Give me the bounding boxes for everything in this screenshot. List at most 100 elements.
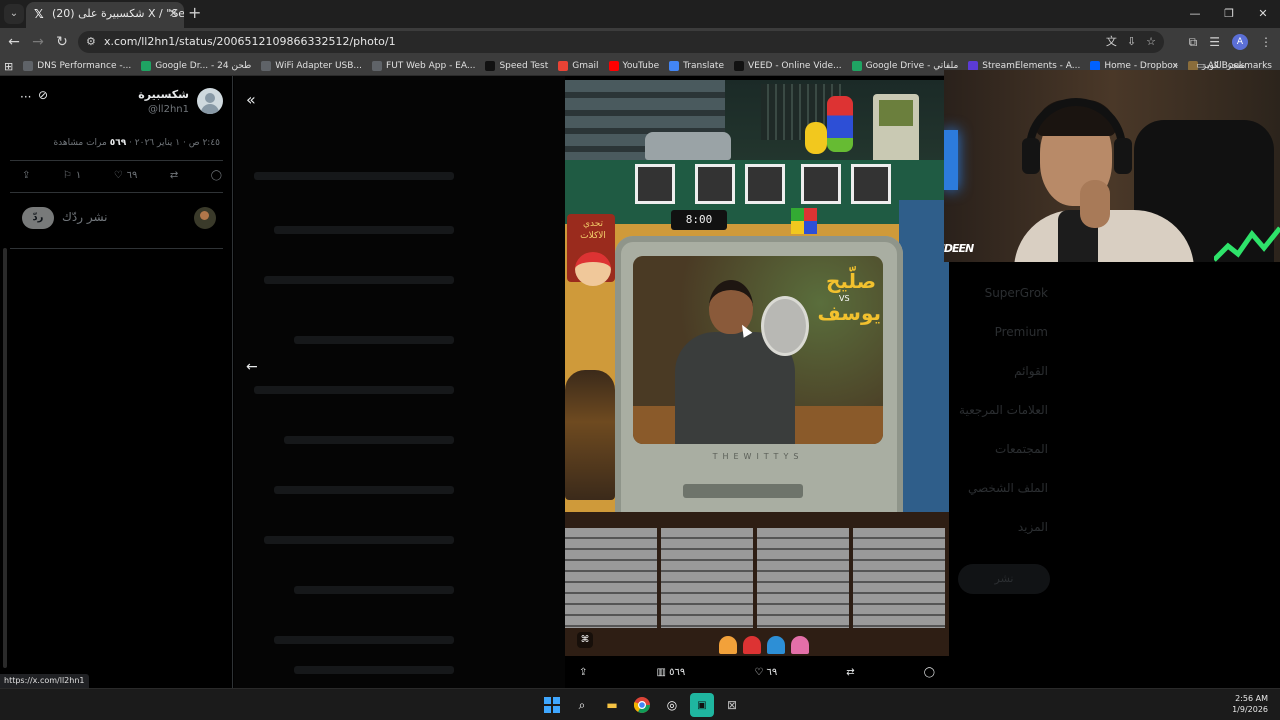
photo-tv-screen: صلّيح يوسف VS xyxy=(633,256,883,444)
system-clock[interactable]: 2:56 AM 1/9/2026 xyxy=(1232,693,1268,715)
address-url[interactable]: x.com/ll2hn1/status/2006512109866332512/… xyxy=(104,31,396,53)
post-button[interactable]: نشر xyxy=(958,564,1050,594)
photo-reply-button[interactable]: ◯ xyxy=(924,667,935,678)
reading-list-icon[interactable]: ☰ xyxy=(1209,32,1220,52)
new-tab-button[interactable]: + xyxy=(188,4,201,22)
back-button[interactable]: ← xyxy=(4,32,24,52)
bookmark-item[interactable]: Gmail xyxy=(558,61,599,71)
address-bar[interactable]: ⚙ x.com/ll2hn1/status/200651210986633251… xyxy=(78,31,1164,53)
photo-like-button[interactable]: ♡ ٦٩ xyxy=(754,667,777,678)
sidebar-nav-item[interactable]: القوائم xyxy=(1014,364,1048,378)
reply-action-button[interactable]: ◯ xyxy=(211,170,222,181)
photo-tv-slot xyxy=(683,484,803,498)
user-avatar[interactable] xyxy=(194,207,216,229)
google-drive-icon xyxy=(141,61,152,71)
tweet-photo[interactable]: 8:00 تحدي الاكلات صلّيح يوسف VS THEWITTY… xyxy=(565,80,949,656)
like-button[interactable]: ♡ ٦٩ xyxy=(114,170,138,181)
photo-share-button[interactable]: ⇪ xyxy=(579,667,587,678)
photo-pacman-ghosts xyxy=(719,636,809,654)
reply-submit-button[interactable]: ردّ xyxy=(22,207,54,229)
minimize-button[interactable]: — xyxy=(1178,0,1212,28)
grok-icon[interactable]: ⊘ xyxy=(38,88,48,102)
previous-photo-arrow[interactable]: ← xyxy=(246,359,258,375)
browser-tab-active[interactable]: 𝕏 (20) شكسبيرة على X / "SevIMH" ✕ xyxy=(26,2,184,28)
author-avatar[interactable] xyxy=(197,88,223,114)
excel-icon[interactable]: ⊠ xyxy=(720,693,744,717)
photo-repost-button[interactable]: ⇄ xyxy=(846,667,854,678)
photo-sign-text: تحدي الاكلات xyxy=(580,219,606,241)
translate-page-icon[interactable]: 文 xyxy=(1106,31,1117,53)
tab-bar: ⌄ 𝕏 (20) شكسبيرة على X / "SevIMH" ✕ + — … xyxy=(0,0,1280,28)
photo-polaroid xyxy=(745,164,785,204)
bookmark-item[interactable]: WiFi Adapter USB... xyxy=(261,61,362,71)
photo-brand: THEWITTYS xyxy=(712,452,804,461)
site-info-icon[interactable]: ⚙ xyxy=(86,35,96,48)
bookmark-icon: ⚐ xyxy=(62,170,72,181)
sidebar-nav-item[interactable]: المجتمعات xyxy=(995,442,1048,456)
ghost-content xyxy=(254,172,454,180)
bookmark-item[interactable]: VEED - Online Vide... xyxy=(734,61,842,71)
analytics-icon: ▥ xyxy=(656,666,670,678)
bookmark-item[interactable]: YouTube xyxy=(608,61,659,71)
app-icon[interactable]: ▣ xyxy=(690,693,714,717)
scrollbar[interactable] xyxy=(3,248,7,668)
bookmark-item[interactable]: Google Drive - ملفاتي xyxy=(851,61,958,71)
photo-title-vs: VS xyxy=(839,294,850,303)
windows-taskbar: ⌕ ▬ ◎ ▣ ⊠ 2:56 AM 1/9/2026 xyxy=(0,688,1280,720)
bookmark-item[interactable]: Google Dr... - طحن 24 xyxy=(141,61,251,71)
sidebar-nav-item[interactable]: Premium xyxy=(995,325,1048,339)
forward-button[interactable]: → xyxy=(28,32,48,52)
file-explorer-icon[interactable]: ▬ xyxy=(600,693,624,717)
bookmark-item[interactable]: Translate xyxy=(669,61,724,71)
sidebar-nav-item[interactable]: العلامات المرجعية xyxy=(959,403,1048,417)
install-app-icon[interactable]: ⇩ xyxy=(1127,31,1136,53)
tab-search-button[interactable]: ⌄ xyxy=(4,4,24,24)
headset-earcup xyxy=(1022,138,1040,174)
bookmark-label: Google Dr... - طحن 24 xyxy=(155,61,252,71)
photo-title-line2: يوسف xyxy=(817,301,881,325)
close-window-button[interactable]: ✕ xyxy=(1246,0,1280,28)
chrome-icon[interactable] xyxy=(630,693,654,717)
search-icon[interactable]: ⌕ xyxy=(570,693,594,717)
ghost-content xyxy=(274,486,454,494)
restore-button[interactable]: ❐ xyxy=(1212,0,1246,28)
pacman-ghost-icon xyxy=(791,636,809,654)
tweet-timestamp[interactable]: ٢:٤٥ ص · ١ يناير ٢٠٢٦ · xyxy=(126,138,220,148)
collapse-panel-icon[interactable]: « xyxy=(246,90,256,109)
photo-wall-poster xyxy=(899,200,949,540)
photo-pan xyxy=(761,296,809,356)
globe-icon xyxy=(23,61,34,71)
ghost-content xyxy=(264,536,454,544)
extensions-icon[interactable]: ⧉ xyxy=(1189,32,1198,52)
chrome-menu-icon[interactable]: ⋮ xyxy=(1260,32,1272,52)
author-handle[interactable]: @ll2hn1 xyxy=(148,104,189,115)
bookmark-star-icon[interactable]: ☆ xyxy=(1146,31,1156,53)
bookmark-label: DNS Performance -... xyxy=(37,61,132,71)
speedtest-icon xyxy=(485,61,496,71)
bookmark-item[interactable]: FUT Web App - EA... xyxy=(372,61,475,71)
apps-grid-icon[interactable]: ⊞ xyxy=(4,60,13,73)
photo-polaroid xyxy=(635,164,675,204)
reply-input[interactable]: نشر ردّك xyxy=(62,210,108,224)
sidebar-nav-item[interactable]: SuperGrok xyxy=(985,286,1048,300)
more-options-icon[interactable]: ··· xyxy=(20,90,31,104)
reload-button[interactable]: ↻ xyxy=(52,32,72,52)
image-options-icon[interactable]: ⌘ xyxy=(577,632,593,648)
browser-toolbar: ← → ↻ ⚙ x.com/ll2hn1/status/200651210986… xyxy=(0,28,1280,56)
share-icon: ⇪ xyxy=(579,666,588,678)
profile-avatar[interactable]: A xyxy=(1232,34,1248,50)
repost-button[interactable]: ⇄ xyxy=(170,170,178,181)
windows-start-icon[interactable] xyxy=(540,693,564,717)
bookmark-button[interactable]: ⚐ ١ xyxy=(63,170,81,181)
share-button[interactable]: ⇪ xyxy=(22,170,30,181)
bookmark-label: FUT Web App - EA... xyxy=(386,61,476,71)
sidebar-nav-item[interactable]: المزيد xyxy=(1018,520,1048,534)
obs-icon[interactable]: ◎ xyxy=(660,693,684,717)
bookmark-item[interactable]: DNS Performance -... xyxy=(23,61,131,71)
author-name[interactable]: شكسبيرة xyxy=(138,88,189,101)
bookmark-item[interactable]: Speed Test xyxy=(485,61,548,71)
globe-icon xyxy=(372,61,383,71)
tab-close-icon[interactable]: ✕ xyxy=(169,2,178,26)
sidebar-nav-item[interactable]: الملف الشخصي xyxy=(968,481,1048,495)
photo-views-button[interactable]: ▥ ٥٦٩ xyxy=(656,667,685,678)
